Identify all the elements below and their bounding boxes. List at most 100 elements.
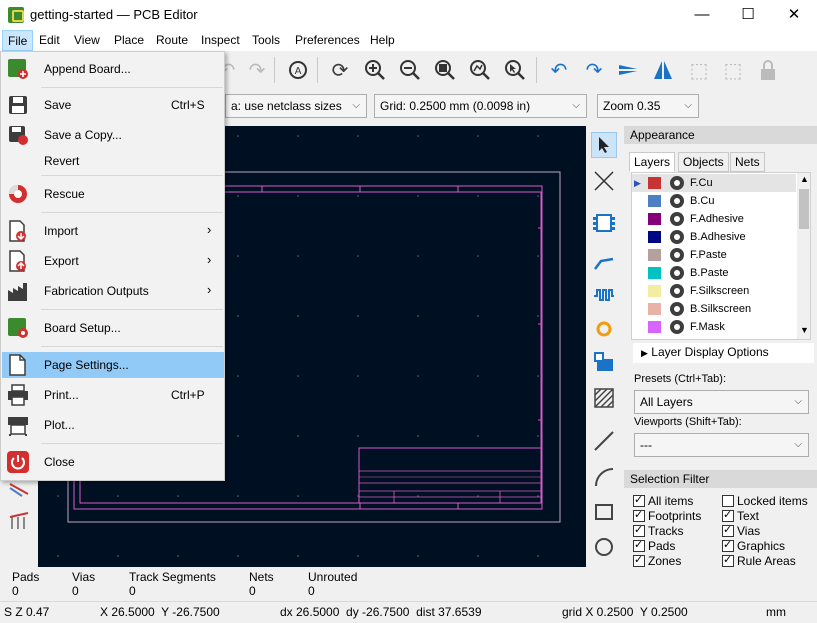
add-via-icon[interactable] [591, 316, 617, 342]
layer-color-swatch[interactable] [648, 213, 661, 225]
menu-edit[interactable]: Edit [34, 30, 65, 51]
checkbox[interactable] [722, 508, 734, 522]
zoom-objects-icon[interactable] [467, 57, 493, 83]
menu-preferences[interactable]: Preferences [290, 30, 365, 51]
layer-row[interactable]: F.Adhesive [632, 210, 796, 228]
checkbox[interactable] [633, 493, 645, 507]
checkbox[interactable] [722, 553, 734, 567]
visibility-eye-icon[interactable] [670, 302, 684, 316]
presets-combo[interactable]: All Layers ⌵ [634, 390, 809, 414]
file-menu-item-plot[interactable]: Plot... [2, 412, 224, 438]
zoom-combo[interactable]: Zoom 0.35 ⌵ [597, 94, 699, 118]
file-menu-item-revert[interactable]: Revert [2, 148, 224, 174]
refresh-icon[interactable]: ⟳ [327, 57, 353, 83]
mirror-icon[interactable] [650, 57, 676, 83]
visibility-eye-icon[interactable] [670, 176, 684, 190]
menu-view[interactable]: View [69, 30, 105, 51]
layer-row[interactable]: B.Silkscreen [632, 300, 796, 318]
redo-icon[interactable]: ↷ [244, 57, 270, 83]
draw-arc-icon[interactable] [591, 464, 617, 490]
checkbox[interactable] [722, 538, 734, 552]
tab-objects[interactable]: Objects [678, 152, 729, 172]
add-footprint-icon[interactable] [591, 210, 617, 236]
tune-length-icon[interactable] [591, 282, 617, 308]
visibility-eye-icon[interactable] [670, 230, 684, 244]
file-menu-item-page-settings[interactable]: Page Settings... [2, 352, 224, 378]
add-zone-icon[interactable] [591, 349, 617, 375]
draw-rectangle-icon[interactable] [591, 499, 617, 525]
layer-color-swatch[interactable] [648, 195, 661, 207]
layer-color-swatch[interactable] [648, 177, 661, 189]
menu-inspect[interactable]: Inspect [196, 30, 245, 51]
flip-icon[interactable] [615, 57, 641, 83]
visibility-eye-icon[interactable] [670, 284, 684, 298]
rotate-cw-icon[interactable]: ↷ [581, 57, 607, 83]
layer-color-swatch[interactable] [648, 285, 661, 297]
checkbox[interactable] [633, 523, 645, 537]
layer-color-swatch[interactable] [648, 231, 661, 243]
lock-icon[interactable] [755, 57, 781, 83]
checkbox[interactable] [633, 538, 645, 552]
layer-color-swatch[interactable] [648, 321, 661, 333]
menu-place[interactable]: Place [109, 30, 149, 51]
layer-color-swatch[interactable] [648, 267, 661, 279]
file-menu-item-rescue[interactable]: Rescue [2, 181, 224, 207]
add-keepout-icon[interactable] [591, 385, 617, 411]
layer-row[interactable]: B.Adhesive [632, 228, 796, 246]
draw-line-icon[interactable] [591, 428, 617, 454]
filter-zones[interactable]: Zones [633, 553, 681, 569]
layer-row[interactable]: F.Mask [632, 318, 796, 336]
via-size-combo[interactable]: a: use netclass sizes ⌵ [225, 94, 367, 118]
local-ratsnest-icon[interactable] [591, 168, 617, 194]
menu-route[interactable]: Route [151, 30, 193, 51]
grid-combo[interactable]: Grid: 0.2500 mm (0.0098 in) ⌵ [374, 94, 587, 118]
rotate-ccw-icon[interactable]: ↶ [546, 57, 572, 83]
layer-display-options-toggle[interactable]: ▶ Layer Display Options [633, 343, 814, 363]
layer-row[interactable]: B.Cu [632, 192, 796, 210]
scroll-thumb[interactable] [799, 189, 809, 229]
checkbox[interactable] [722, 495, 734, 507]
close-window-button[interactable]: ✕ [771, 0, 817, 30]
route-track-icon[interactable] [591, 247, 617, 273]
layer-row[interactable]: ▶ F.Cu [632, 174, 796, 192]
layer-row[interactable]: B.Paste [632, 264, 796, 282]
filter-tracks[interactable]: Tracks [633, 523, 684, 539]
file-menu-item-append-board[interactable]: Append Board... [2, 56, 224, 82]
maximize-button[interactable]: ☐ [725, 0, 771, 30]
visibility-eye-icon[interactable] [670, 248, 684, 262]
filter-vias[interactable]: Vias [722, 523, 760, 539]
layer-color-swatch[interactable] [648, 303, 661, 315]
file-menu-item-import[interactable]: Import › [2, 218, 224, 244]
group-icon[interactable]: ⬚ [686, 57, 712, 83]
checkbox[interactable] [633, 553, 645, 567]
file-menu-item-print[interactable]: Print... Ctrl+P [2, 382, 224, 408]
filter-text[interactable]: Text [722, 508, 759, 524]
menu-help[interactable]: Help [365, 30, 400, 51]
filter-graphics[interactable]: Graphics [722, 538, 785, 554]
draw-circle-icon[interactable] [591, 534, 617, 560]
file-menu-item-save-a-copy[interactable]: Save a Copy... [2, 122, 224, 148]
file-menu-item-export[interactable]: Export › [2, 248, 224, 274]
checkbox[interactable] [633, 508, 645, 522]
find-icon[interactable]: A [285, 57, 311, 83]
zoom-out-icon[interactable] [397, 57, 423, 83]
ratsnest-icon[interactable] [8, 478, 32, 500]
zoom-in-icon[interactable] [362, 57, 388, 83]
scroll-down-icon[interactable]: ▼ [800, 325, 809, 335]
minimize-button[interactable]: — [679, 0, 725, 30]
tab-nets[interactable]: Nets [730, 152, 765, 172]
layer-row[interactable]: F.Silkscreen [632, 282, 796, 300]
visibility-eye-icon[interactable] [670, 212, 684, 226]
file-menu-item-save[interactable]: Save Ctrl+S [2, 92, 224, 118]
layer-list-scrollbar[interactable]: ▲ ▼ [797, 173, 810, 339]
layer-color-swatch[interactable] [648, 249, 661, 261]
file-menu-item-close[interactable]: Close [2, 449, 224, 475]
select-arrow-icon[interactable] [591, 132, 617, 158]
viewports-combo[interactable]: --- ⌵ [634, 433, 809, 457]
tab-layers[interactable]: Layers [629, 152, 676, 172]
layer-row[interactable]: F.Paste [632, 246, 796, 264]
visibility-eye-icon[interactable] [670, 320, 684, 334]
filter-all-items[interactable]: All items [633, 493, 693, 509]
filter-rule-areas[interactable]: Rule Areas [722, 553, 796, 569]
zoom-selection-icon[interactable] [502, 57, 528, 83]
